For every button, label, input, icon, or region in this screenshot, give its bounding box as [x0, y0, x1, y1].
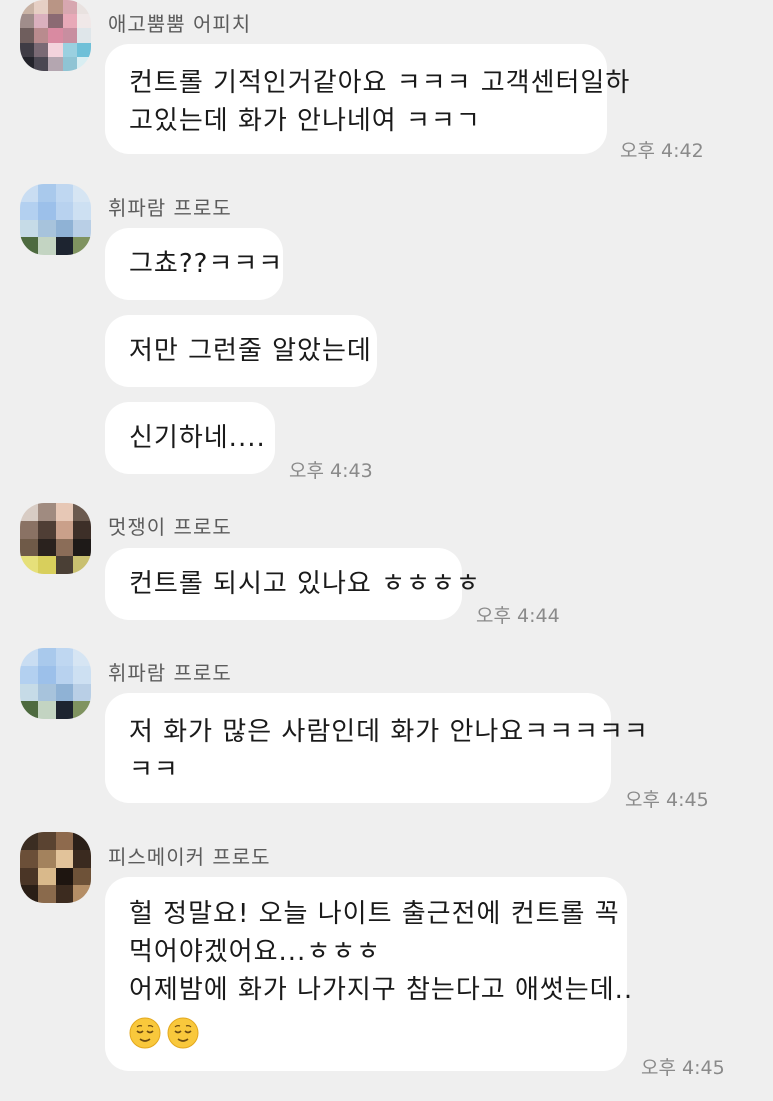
message-text: 어제밤에 화가 나가지구 참는다고 애썻는데.. — [129, 975, 634, 1005]
message-bubble[interactable]: 컨트롤 기적인거같아요 ㅋㅋㅋ 고객센터일하 고있는데 화가 안나네여 ㅋㅋㄱ — [105, 44, 631, 154]
relieved-face-emoji — [167, 1017, 199, 1048]
relieved-face-emoji — [129, 1017, 161, 1048]
message-text: 저만 그런줄 알았는데 — [129, 336, 372, 366]
message-text: ㅋㅋ — [129, 755, 179, 785]
avatar-appeach[interactable] — [20, 0, 91, 71]
emoji-row — [129, 1013, 603, 1051]
message-text: 저 화가 많은 사람인데 화가 안나요ㅋㅋㅋㅋㅋ — [129, 717, 649, 747]
message-text: 고있는데 화가 안나네여 ㅋㅋㄱ — [129, 106, 481, 136]
timestamp: 오후 4:42 — [620, 140, 704, 162]
avatar-peacemaker-frodo[interactable] — [20, 832, 91, 903]
message-bubble[interactable]: 컨트롤 되시고 있나요 ㅎㅎㅎㅎ — [105, 548, 481, 620]
timestamp: 오후 4:45 — [641, 1057, 725, 1079]
message-bubble[interactable]: 저 화가 많은 사람인데 화가 안나요ㅋㅋㅋㅋㅋ ㅋㅋ — [105, 693, 649, 803]
message-text: 신기하네.... — [129, 423, 266, 453]
sender-name: 멋쟁이 프로도 — [108, 515, 232, 539]
sender-name: 애고뿜뿜 어피치 — [108, 12, 252, 36]
message-bubble[interactable]: 그쵸??ㅋㅋㅋ — [105, 228, 283, 300]
message-text: 먹어야겠어요...ㅎㅎㅎ — [129, 937, 382, 967]
timestamp: 오후 4:45 — [625, 789, 709, 811]
timestamp: 오후 4:43 — [289, 460, 373, 482]
message-text: 컨트롤 기적인거같아요 ㅋㅋㅋ 고객센터일하 — [129, 68, 631, 98]
avatar-whistle-frodo[interactable] — [20, 184, 91, 255]
timestamp: 오후 4:44 — [476, 605, 560, 627]
sender-name: 피스메이커 프로도 — [108, 845, 271, 869]
sender-name: 휘파람 프로도 — [108, 196, 232, 220]
message-text: 그쵸??ㅋㅋㅋ — [129, 249, 284, 279]
message-bubble[interactable]: 헐 정말요! 오늘 나이트 출근전에 컨트롤 꼭 먹어야겠어요...ㅎㅎㅎ 어제… — [105, 877, 634, 1071]
message-bubble[interactable]: 신기하네.... — [105, 402, 275, 474]
sender-name: 휘파람 프로도 — [108, 661, 232, 685]
message-bubble[interactable]: 저만 그런줄 알았는데 — [105, 315, 377, 387]
message-text: 컨트롤 되시고 있나요 ㅎㅎㅎㅎ — [129, 569, 481, 599]
avatar-stylish-frodo[interactable] — [20, 503, 91, 574]
message-text: 헐 정말요! 오늘 나이트 출근전에 컨트롤 꼭 — [129, 899, 620, 929]
avatar-whistle-frodo[interactable] — [20, 648, 91, 719]
